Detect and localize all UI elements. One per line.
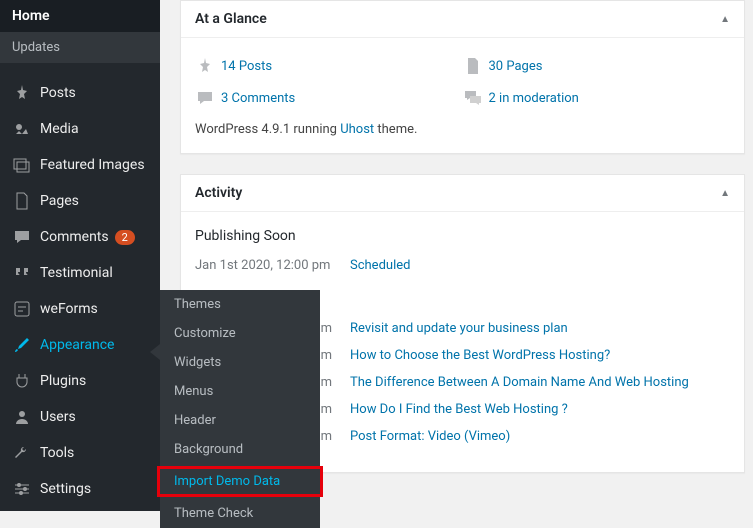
- sidebar-item-featured-images[interactable]: Featured Images: [0, 147, 160, 183]
- sidebar-item-updates[interactable]: Updates: [0, 32, 160, 63]
- flyout-item-header[interactable]: Header: [160, 406, 320, 435]
- glance-pages[interactable]: 30 Pages: [463, 50, 731, 82]
- sidebar-label: Pages: [40, 193, 79, 209]
- collapse-toggle-icon[interactable]: ▲: [720, 14, 730, 25]
- activity-link[interactable]: How Do I Find the Best Web Hosting ?: [350, 402, 568, 417]
- plug-icon: [12, 371, 32, 391]
- sidebar-item-comments[interactable]: Comments 2: [0, 219, 160, 255]
- sidebar-label: Users: [40, 409, 76, 425]
- sidebar-label: Updates: [12, 40, 60, 55]
- flyout-item-import-demo-data[interactable]: Import Demo Data: [157, 466, 323, 497]
- quote-icon: [12, 263, 32, 283]
- panel-body: 14 Posts 30 Pages 3 Comments 2 in modera…: [181, 38, 744, 153]
- sidebar-label: Tools: [40, 445, 74, 461]
- brush-icon: [12, 335, 32, 355]
- pin-icon: [195, 56, 215, 76]
- text: theme.: [374, 122, 417, 137]
- sliders-icon: [12, 479, 32, 499]
- activity-link[interactable]: The Difference Between A Domain Name And…: [350, 375, 689, 390]
- activity-link[interactable]: Revisit and update your business plan: [350, 321, 568, 336]
- sidebar-item-home[interactable]: Home: [0, 0, 160, 32]
- page-icon: [463, 56, 483, 76]
- sidebar-item-testimonial[interactable]: Testimonial: [0, 255, 160, 291]
- sidebar-label: Testimonial: [40, 265, 113, 281]
- wrench-icon: [12, 443, 32, 463]
- comments-icon: [463, 88, 483, 108]
- page-icon: [12, 191, 32, 211]
- glance-link: 2 in moderation: [489, 91, 579, 106]
- sidebar-item-media[interactable]: Media: [0, 111, 160, 147]
- flyout-item-background[interactable]: Background: [160, 435, 320, 464]
- comment-icon: [12, 227, 32, 247]
- comments-count-badge: 2: [115, 230, 135, 245]
- sidebar-label: Plugins: [40, 373, 86, 389]
- appearance-flyout: Themes Customize Widgets Menus Header Ba…: [160, 290, 320, 528]
- sidebar-item-plugins[interactable]: Plugins: [0, 363, 160, 399]
- flyout-item-theme-check[interactable]: Theme Check: [160, 499, 320, 528]
- activity-link[interactable]: How to Choose the Best WordPress Hosting…: [350, 348, 610, 363]
- sidebar-label: Appearance: [40, 337, 114, 353]
- user-icon: [12, 407, 32, 427]
- glance-link: 30 Pages: [489, 59, 543, 74]
- sidebar-label: Settings: [40, 481, 91, 497]
- sidebar-item-pages[interactable]: Pages: [0, 183, 160, 219]
- sidebar-item-users[interactable]: Users: [0, 399, 160, 435]
- sidebar-label: Home: [12, 8, 50, 24]
- comment-icon: [195, 88, 215, 108]
- flyout-arrow: [150, 344, 160, 360]
- activity-link[interactable]: Scheduled: [350, 258, 410, 273]
- sidebar-label: Comments: [40, 229, 109, 245]
- glance-link: 3 Comments: [221, 91, 295, 106]
- collapse-toggle-icon[interactable]: ▲: [720, 188, 730, 199]
- media-icon: [12, 119, 32, 139]
- activity-date: Jan 1st 2020, 12:00 pm: [195, 258, 350, 273]
- panel-header: At a Glance ▲: [181, 1, 744, 38]
- activity-link[interactable]: Post Format: Video (Vimeo): [350, 429, 510, 444]
- glance-moderation[interactable]: 2 in moderation: [463, 82, 731, 114]
- section-heading: Publishing Soon: [195, 228, 730, 244]
- activity-row: Jan 1st 2020, 12:00 pm Scheduled: [195, 252, 730, 279]
- pin-icon: [12, 83, 32, 103]
- flyout-item-customize[interactable]: Customize: [160, 319, 320, 348]
- sidebar-item-tools[interactable]: Tools: [0, 435, 160, 471]
- panel-header: Activity ▲: [181, 175, 744, 212]
- sidebar-item-weforms[interactable]: weForms: [0, 291, 160, 327]
- text: WordPress 4.9.1 running: [195, 122, 340, 137]
- flyout-item-themes[interactable]: Themes: [160, 290, 320, 319]
- sidebar-label: Posts: [40, 85, 76, 101]
- sidebar-item-posts[interactable]: Posts: [0, 75, 160, 111]
- form-icon: [12, 299, 32, 319]
- sidebar-item-settings[interactable]: Settings: [0, 471, 160, 507]
- flyout-item-menus[interactable]: Menus: [160, 377, 320, 406]
- flyout-item-widgets[interactable]: Widgets: [160, 348, 320, 377]
- glance-comments[interactable]: 3 Comments: [195, 82, 463, 114]
- at-a-glance-panel: At a Glance ▲ 14 Posts 30 Pages 3 Commen…: [180, 0, 745, 154]
- sidebar-item-appearance[interactable]: Appearance: [0, 327, 160, 363]
- theme-link[interactable]: Uhost: [340, 122, 374, 137]
- sidebar-label: Featured Images: [40, 157, 145, 173]
- sidebar-label: Media: [40, 121, 79, 137]
- wp-version-text: WordPress 4.9.1 running Uhost theme.: [195, 114, 730, 141]
- images-icon: [12, 155, 32, 175]
- admin-sidebar: Home Updates Posts Media Featured Images…: [0, 0, 160, 511]
- glance-link: 14 Posts: [221, 59, 272, 74]
- sidebar-label: weForms: [40, 301, 98, 317]
- publishing-soon-section: Publishing Soon Jan 1st 2020, 12:00 pm S…: [195, 224, 730, 289]
- glance-posts[interactable]: 14 Posts: [195, 50, 463, 82]
- panel-title: Activity: [195, 185, 242, 201]
- panel-title: At a Glance: [195, 11, 267, 27]
